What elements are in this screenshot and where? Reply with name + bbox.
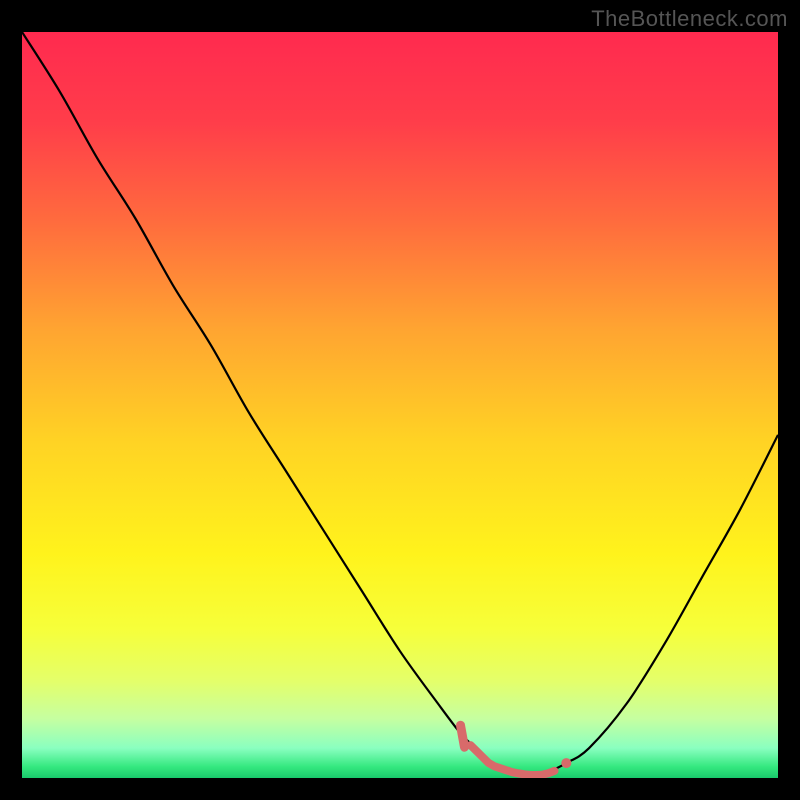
optimal-range-markers [460, 725, 571, 775]
bottleneck-curve [22, 32, 778, 774]
watermark-text: TheBottleneck.com [591, 6, 788, 32]
curve-layer [22, 32, 778, 778]
plot-area [22, 32, 778, 778]
